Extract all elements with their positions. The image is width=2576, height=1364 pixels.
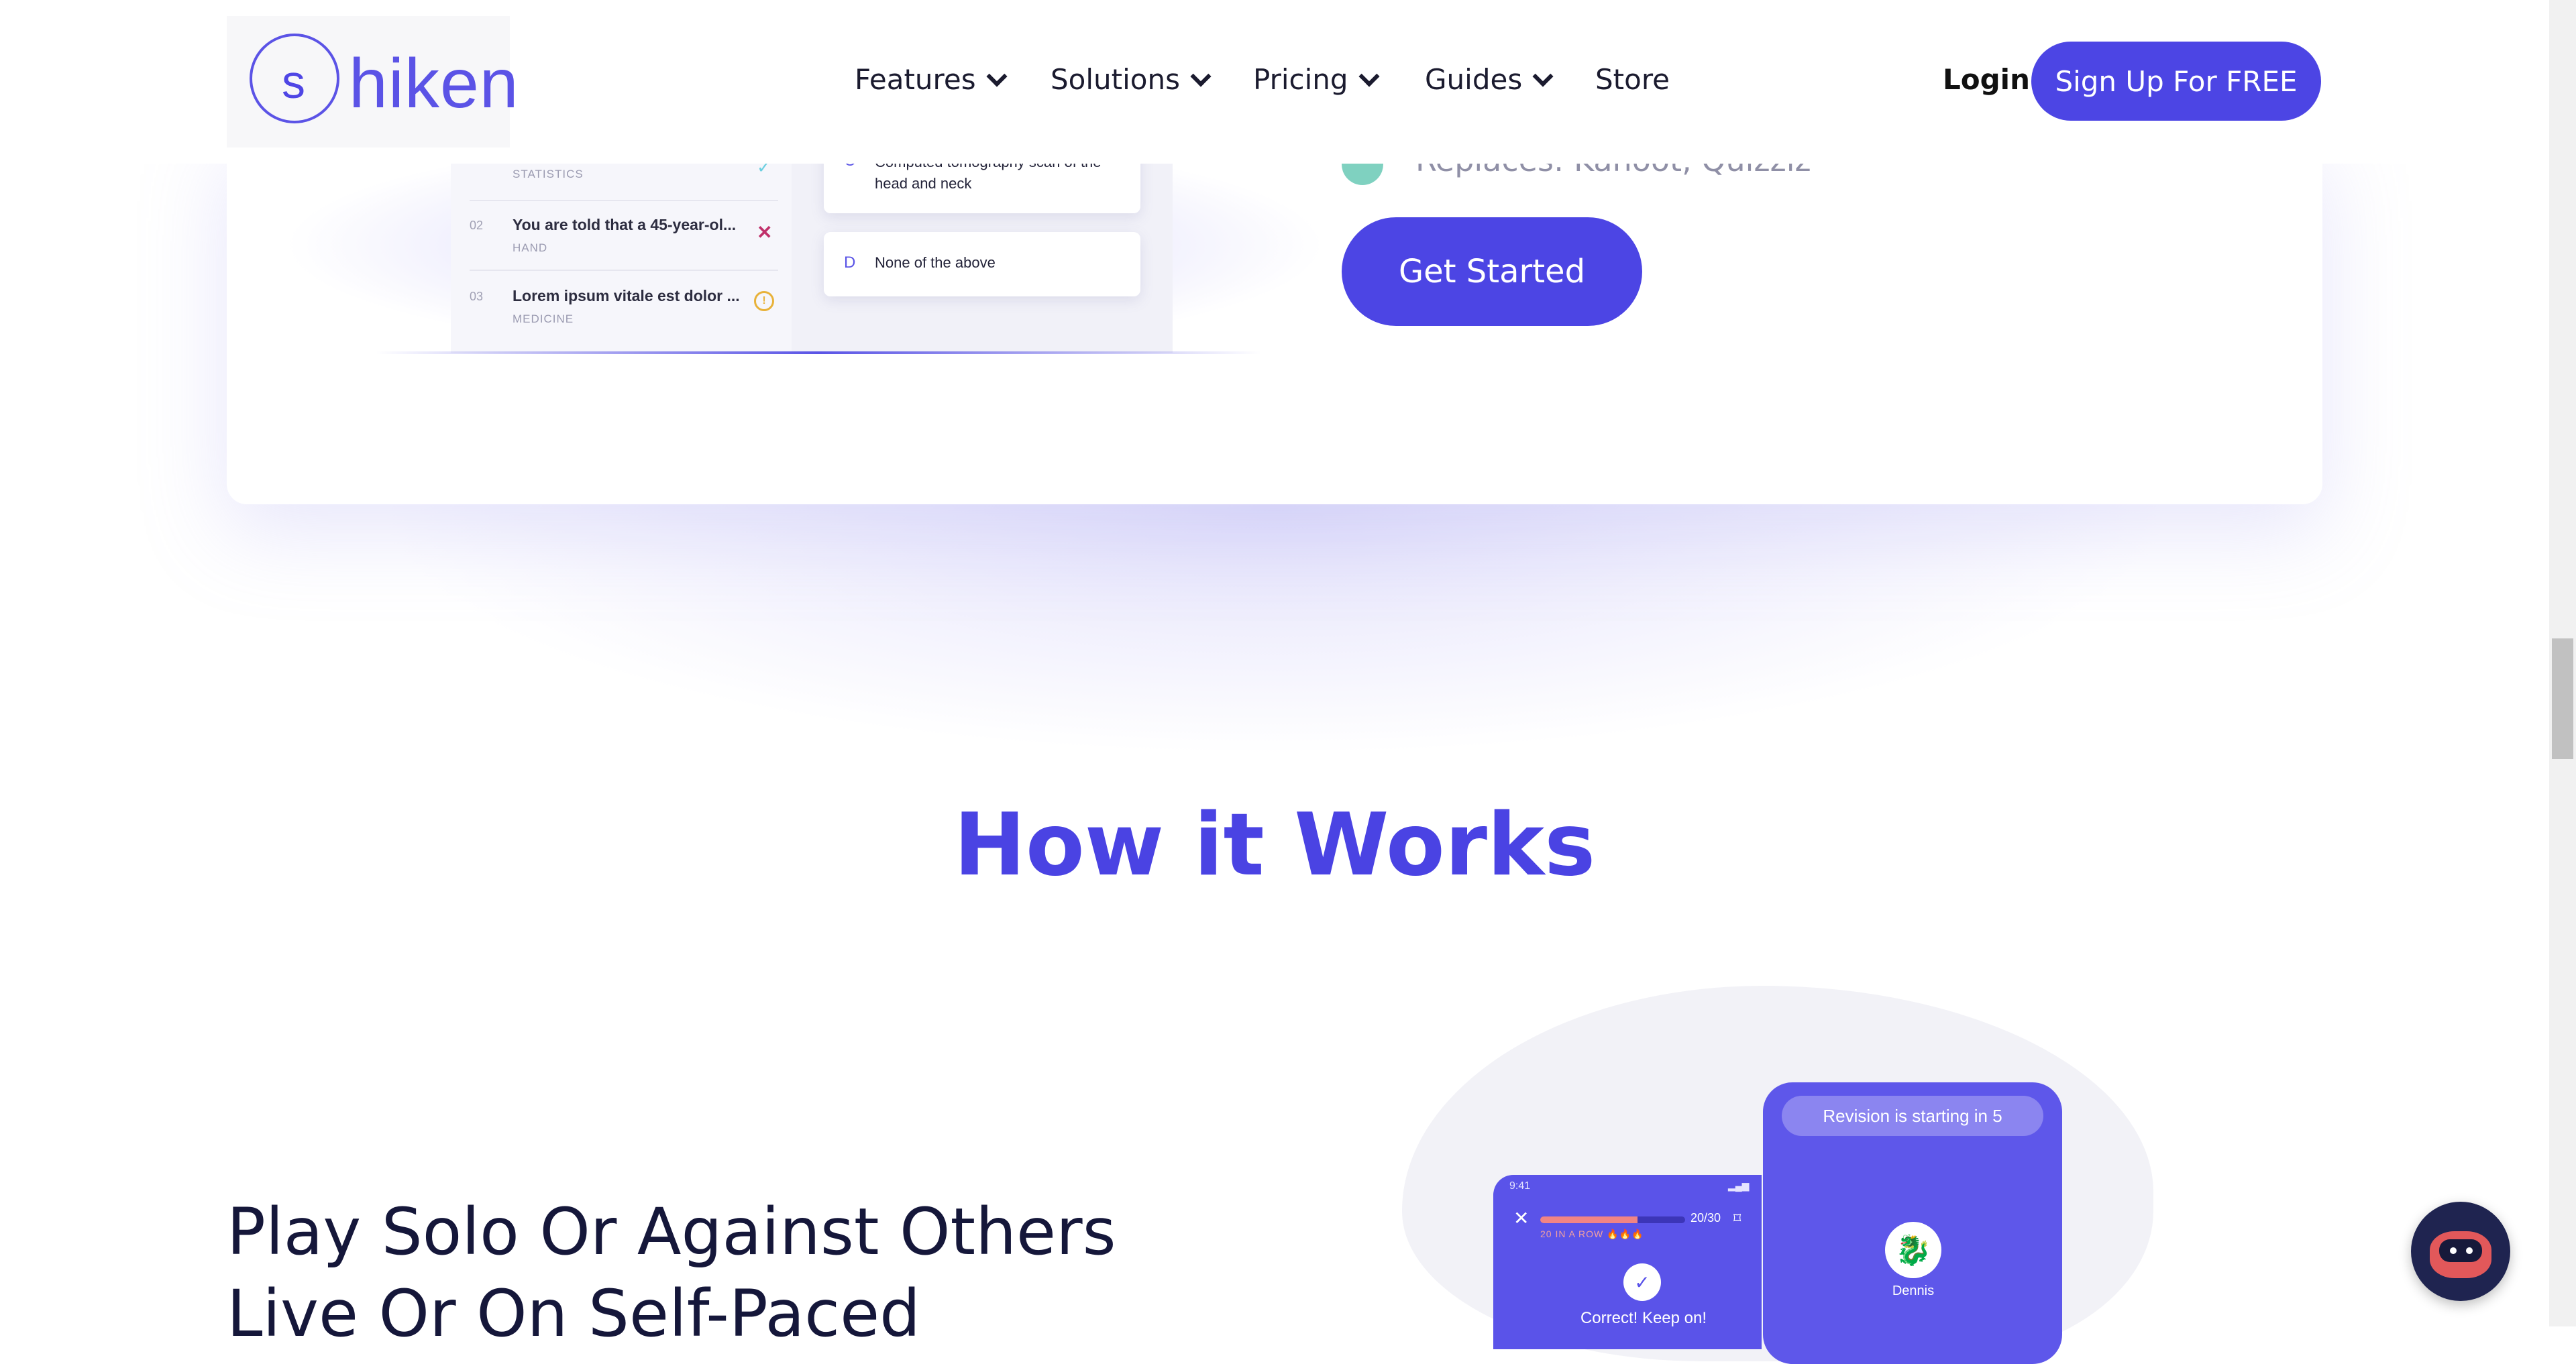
- preview-underline: [376, 351, 1261, 354]
- quiz-progress-bar: [1540, 1216, 1685, 1223]
- nav-label: Store: [1595, 63, 1670, 96]
- question-number: 03: [470, 290, 484, 303]
- step-title-line: Live Or On Self-Paced: [227, 1276, 921, 1351]
- section-title: How it Works: [953, 795, 1596, 895]
- chevron-down-icon: [1532, 65, 1554, 87]
- nav-features[interactable]: Features: [855, 63, 1008, 96]
- status-time: 9:41: [1509, 1180, 1531, 1192]
- question-row: 02 You are told that a 45-year-ol... HAN…: [470, 216, 778, 256]
- revision-countdown-pill: Revision is starting in 5: [1782, 1096, 2043, 1136]
- robot-eye: [2466, 1247, 2473, 1254]
- signup-button[interactable]: Sign Up For FREE: [2031, 42, 2321, 121]
- robot-visor: [2439, 1239, 2482, 1262]
- robot-eye: [2450, 1247, 2457, 1254]
- answer-text: None of the above: [875, 254, 996, 271]
- question-title: Lorem ipsum vitale est dolor ...: [513, 287, 740, 304]
- player-avatar: 🐉: [1885, 1222, 1941, 1278]
- answer-letter: D: [844, 253, 856, 272]
- nav-label: Pricing: [1253, 63, 1348, 96]
- get-started-button[interactable]: Get Started: [1342, 217, 1642, 326]
- question-row: 03 Lorem ipsum vitale est dolor ... MEDI…: [470, 287, 778, 327]
- question-row: STATISTICS ✓: [470, 157, 778, 188]
- logo-text: hiken: [349, 45, 519, 123]
- divider: [470, 270, 778, 271]
- quiz-progress-fill: [1540, 1216, 1638, 1223]
- question-tag: STATISTICS: [513, 168, 584, 180]
- player-name: Dennis: [1892, 1284, 1935, 1298]
- nav-solutions[interactable]: Solutions: [1051, 63, 1212, 96]
- feedback-text: Correct! Keep on!: [1580, 1309, 1707, 1327]
- nav-pricing[interactable]: Pricing: [1253, 63, 1380, 96]
- question-number: 02: [470, 219, 484, 232]
- bookmark-icon[interactable]: ⌑: [1733, 1210, 1741, 1227]
- divider: [470, 200, 778, 201]
- chevron-down-icon: [1190, 65, 1212, 87]
- signal-icon: ▂▄▆: [1728, 1180, 1750, 1191]
- nav-label: Solutions: [1051, 63, 1180, 96]
- nav-label: Guides: [1425, 63, 1523, 96]
- warning-icon: !: [754, 291, 774, 311]
- cross-icon: ✕: [757, 222, 773, 243]
- scrollbar-thumb[interactable]: [2552, 638, 2573, 759]
- question-title: You are told that a 45-year-ol...: [513, 216, 737, 233]
- chevron-down-icon: [1358, 65, 1380, 87]
- step-title: Play Solo Or Against Others Live Or On S…: [227, 1191, 1233, 1355]
- close-icon[interactable]: ✕: [1513, 1207, 1529, 1229]
- streak-text: 20 IN A ROW 🔥🔥🔥: [1540, 1229, 1644, 1239]
- quiz-progress-count: 20/30: [1690, 1211, 1721, 1225]
- chevron-down-icon: [986, 65, 1008, 87]
- dragon-icon: 🐉: [1894, 1234, 1932, 1267]
- nav-guides[interactable]: Guides: [1425, 63, 1554, 96]
- answer-option[interactable]: D None of the above: [824, 232, 1140, 296]
- logo-letter: s: [282, 56, 305, 108]
- step-title-line: Play Solo Or Against Others: [227, 1194, 1116, 1269]
- site-header: s hiken Features Solutions Pricing Guide…: [0, 0, 2549, 164]
- nav-store[interactable]: Store: [1595, 63, 1670, 96]
- question-tag: MEDICINE: [513, 312, 574, 325]
- check-icon: ✓: [1623, 1263, 1661, 1301]
- question-tag: HAND: [513, 241, 548, 254]
- login-link[interactable]: Login: [1943, 63, 2030, 96]
- nav-label: Features: [855, 63, 976, 96]
